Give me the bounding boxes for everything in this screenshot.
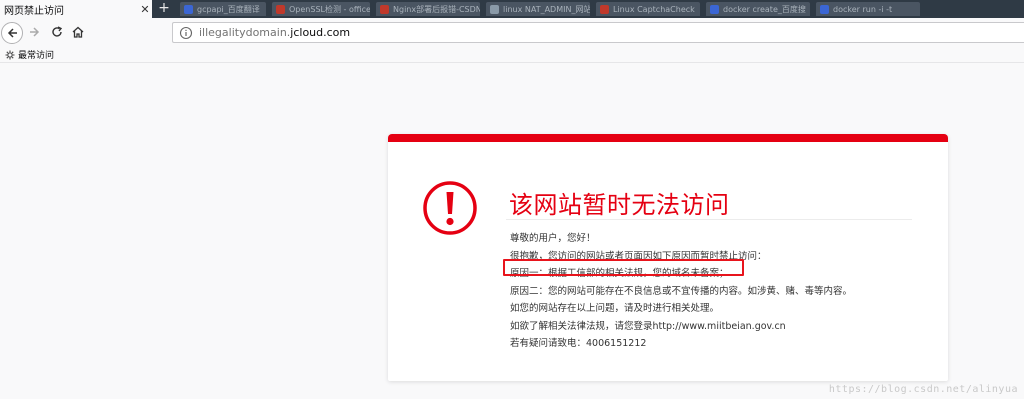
tab-strip: 网页禁止访问 ✕ + gcpapi_百度翻译 OpenSSL检测 - offic… xyxy=(0,0,1024,18)
watermark: https://blog.csdn.net/alinyua xyxy=(828,384,1018,395)
back-button[interactable] xyxy=(1,22,23,44)
tab-background[interactable]: docker run -i -t xyxy=(816,2,920,16)
nav-bar: illegalitydomain. jcloud.com xyxy=(0,18,1024,48)
tab-background[interactable]: Linux CaptchaCheck xyxy=(596,2,700,16)
url-host-main: jcloud.com xyxy=(290,26,351,39)
favicon-icon xyxy=(710,4,719,14)
reload-button[interactable] xyxy=(46,21,68,43)
tab-background[interactable]: OpenSSL检测 - office证 xyxy=(272,2,370,16)
favicon-icon xyxy=(276,4,285,14)
arrow-right-icon xyxy=(30,27,40,37)
tab-active[interactable]: 网页禁止访问 ✕ xyxy=(0,0,152,18)
info-icon[interactable] xyxy=(179,26,193,40)
highlight-box xyxy=(503,259,744,276)
notice-title: 该网站暂时无法访问 xyxy=(509,191,730,219)
bookmarks-bar: 最常访问 xyxy=(0,47,1024,63)
exclamation-circle-icon xyxy=(423,181,477,235)
home-icon xyxy=(72,26,84,38)
tab-title: docker create_百度搜 xyxy=(723,4,806,14)
favicon-icon xyxy=(600,4,609,14)
arrow-left-icon xyxy=(7,28,17,38)
notice-line: 尊敬的用户，您好！ xyxy=(510,233,596,244)
tab-title: gcpapi_百度翻译 xyxy=(197,4,260,14)
tab-title: 网页禁止访问 xyxy=(4,5,64,17)
forward-button[interactable] xyxy=(24,21,46,43)
favicon-icon xyxy=(184,4,193,14)
gear-icon xyxy=(5,50,15,59)
tab-title: OpenSSL检测 - office证 xyxy=(289,4,370,14)
notice-body: 尊敬的用户，您好！ 很抱歉，您访问的网站或者页面因如下原因而暂时禁止访问： 原因… xyxy=(510,230,852,353)
tab-background[interactable]: gcpapi_百度翻译 xyxy=(180,2,266,16)
bookmark-most-visited[interactable]: 最常访问 xyxy=(5,48,54,61)
tab-background[interactable]: docker create_百度搜 xyxy=(706,2,810,16)
notice-line: 若有疑问请致电：4006151212 xyxy=(510,338,647,349)
bookmark-label: 最常访问 xyxy=(18,51,55,61)
tab-title: docker run -i -t xyxy=(833,4,893,14)
tab-title: Nginx部署后报错-CSDN xyxy=(393,4,480,14)
favicon-icon xyxy=(820,4,829,14)
notice-line: 原因二：您的网站可能存在不良信息或不宜传播的内容。如涉黄、赌、毒等内容。 xyxy=(510,285,853,297)
page-content: 该网站暂时无法访问 尊敬的用户，您好！ 很抱歉，您访问的网站或者页面因如下原因而… xyxy=(0,63,1024,399)
new-tab-button[interactable]: + xyxy=(154,0,174,18)
home-button[interactable] xyxy=(67,21,89,43)
reload-icon xyxy=(52,26,63,37)
tab-title: Linux CaptchaCheck xyxy=(613,4,695,14)
close-icon[interactable]: ✕ xyxy=(138,3,152,16)
favicon-icon xyxy=(380,4,389,14)
divider xyxy=(506,219,912,220)
tab-background[interactable]: Nginx部署后报错-CSDN xyxy=(376,2,480,16)
notice-card: 该网站暂时无法访问 尊敬的用户，您好！ 很抱歉，您访问的网站或者页面因如下原因而… xyxy=(388,134,948,381)
notice-line: 如您的网站存在以上问题，请及时进行相关处理。 xyxy=(510,303,720,314)
tab-title: linux NAT_ADMIN_网站 xyxy=(503,4,590,14)
url-host-dim: illegalitydomain. xyxy=(199,26,291,39)
url-bar[interactable]: illegalitydomain. jcloud.com xyxy=(172,22,1024,43)
tab-background[interactable]: linux NAT_ADMIN_网站 xyxy=(486,2,590,16)
notice-line: 如欲了解相关法律法规，请您登录http://www.miitbeian.gov.… xyxy=(510,320,786,332)
favicon-icon xyxy=(490,4,499,14)
